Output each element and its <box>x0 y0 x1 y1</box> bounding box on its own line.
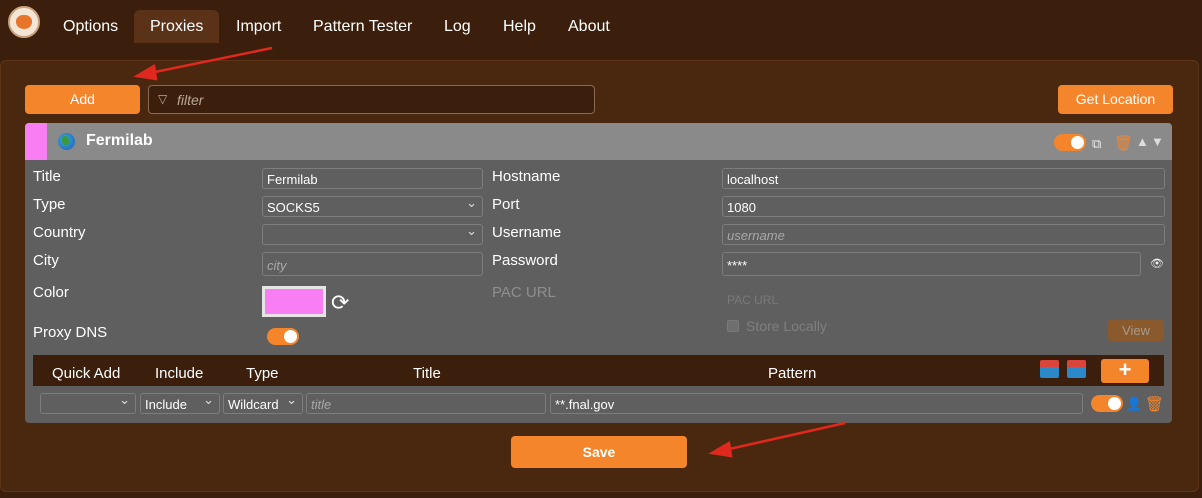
pattern-enabled-toggle[interactable] <box>1091 395 1123 412</box>
pattern-type-select[interactable]: Wildcard <box>223 393 303 414</box>
include-value: Include <box>145 397 187 412</box>
foxyproxy-logo-icon <box>8 6 40 38</box>
add-proxy-button[interactable]: Add <box>25 85 140 114</box>
username-label: Username <box>492 224 562 241</box>
tab-pattern-tester[interactable]: Pattern Tester <box>297 10 428 43</box>
pac-url-field[interactable]: PAC URL <box>722 289 1165 310</box>
globe-icon <box>58 133 75 150</box>
title-field[interactable]: Fermilab <box>262 168 483 189</box>
proxy-color-indicator <box>25 123 47 160</box>
add-pattern-button[interactable]: + <box>1101 359 1149 383</box>
proxy-dns-label: Proxy DNS <box>33 324 108 341</box>
color-label: Color <box>33 284 69 301</box>
quick-add-select[interactable] <box>40 393 136 414</box>
type-label: Type <box>33 196 66 213</box>
pattern-table-header: Quick Add Include Type Title Pattern + <box>33 355 1164 386</box>
pattern-delete-icon[interactable]: 🗑 <box>1145 395 1164 413</box>
city-label: City <box>33 252 59 269</box>
country-label: Country <box>33 224 86 241</box>
pattern-type-value: Wildcard <box>228 397 279 412</box>
get-location-button[interactable]: Get Location <box>1058 85 1173 114</box>
color-picker[interactable] <box>262 286 326 317</box>
proxy-card-header[interactable]: Fermilab ⧉ 🗑 ▲ ▼ <box>25 123 1172 160</box>
tab-log[interactable]: Log <box>428 10 487 43</box>
tab-help[interactable]: Help <box>487 10 552 43</box>
col-include: Include <box>155 365 204 382</box>
import-patterns-icon[interactable] <box>1040 360 1059 378</box>
col-title: Title <box>413 365 441 382</box>
password-label: Password <box>492 252 558 269</box>
proxy-card-title: Fermilab <box>86 132 153 149</box>
filter-icon: ▽ <box>158 92 168 106</box>
move-up-icon[interactable]: ▲ <box>1136 134 1149 149</box>
save-button[interactable]: Save <box>511 436 687 468</box>
pattern-user-icon[interactable]: 👤 <box>1126 396 1142 412</box>
tab-import[interactable]: Import <box>220 10 297 43</box>
view-button[interactable]: View <box>1108 320 1164 341</box>
tab-about[interactable]: About <box>552 10 626 43</box>
move-down-icon[interactable]: ▼ <box>1151 134 1164 149</box>
city-field[interactable]: city <box>262 252 483 276</box>
type-value: SOCKS5 <box>267 200 320 215</box>
show-password-eye-icon[interactable]: 👁 <box>1150 257 1164 270</box>
hostname-field[interactable]: localhost <box>722 168 1165 189</box>
refresh-color-icon[interactable]: ⟳ <box>331 290 349 316</box>
proxy-enabled-toggle[interactable] <box>1054 134 1086 151</box>
duplicate-icon[interactable]: ⧉ <box>1092 136 1101 152</box>
pac-url-label: PAC URL <box>492 284 556 301</box>
col-quick-add: Quick Add <box>52 365 121 382</box>
include-select[interactable]: Include <box>140 393 220 414</box>
password-field[interactable]: **** <box>722 252 1141 276</box>
store-locally-label: Store Locally <box>746 318 827 334</box>
top-nav: Options Proxies Import Pattern Tester Lo… <box>0 0 1202 43</box>
username-field[interactable]: username <box>722 224 1165 245</box>
proxy-dns-toggle[interactable] <box>267 328 299 345</box>
tab-options[interactable]: Options <box>47 10 134 43</box>
col-pattern: Pattern <box>768 365 817 382</box>
col-type: Type <box>246 365 279 382</box>
proxy-card: Fermilab ⧉ 🗑 ▲ ▼ Title Fermilab Type SOC… <box>25 123 1172 423</box>
type-select[interactable]: SOCKS5 <box>262 196 483 217</box>
tab-proxies[interactable]: Proxies <box>134 10 220 43</box>
country-select[interactable] <box>262 224 483 245</box>
port-label: Port <box>492 196 520 213</box>
pattern-field[interactable]: **.fnal.gov <box>550 393 1083 414</box>
export-patterns-icon[interactable] <box>1067 360 1086 378</box>
pattern-title-field[interactable]: title <box>306 393 546 414</box>
hostname-label: Hostname <box>492 168 561 185</box>
title-label: Title <box>33 168 61 185</box>
port-field[interactable]: 1080 <box>722 196 1165 217</box>
filter-box: ▽ <box>148 85 595 114</box>
filter-input[interactable] <box>175 90 575 110</box>
delete-icon[interactable]: 🗑 <box>1114 134 1133 152</box>
store-locally-checkbox[interactable] <box>727 320 739 332</box>
